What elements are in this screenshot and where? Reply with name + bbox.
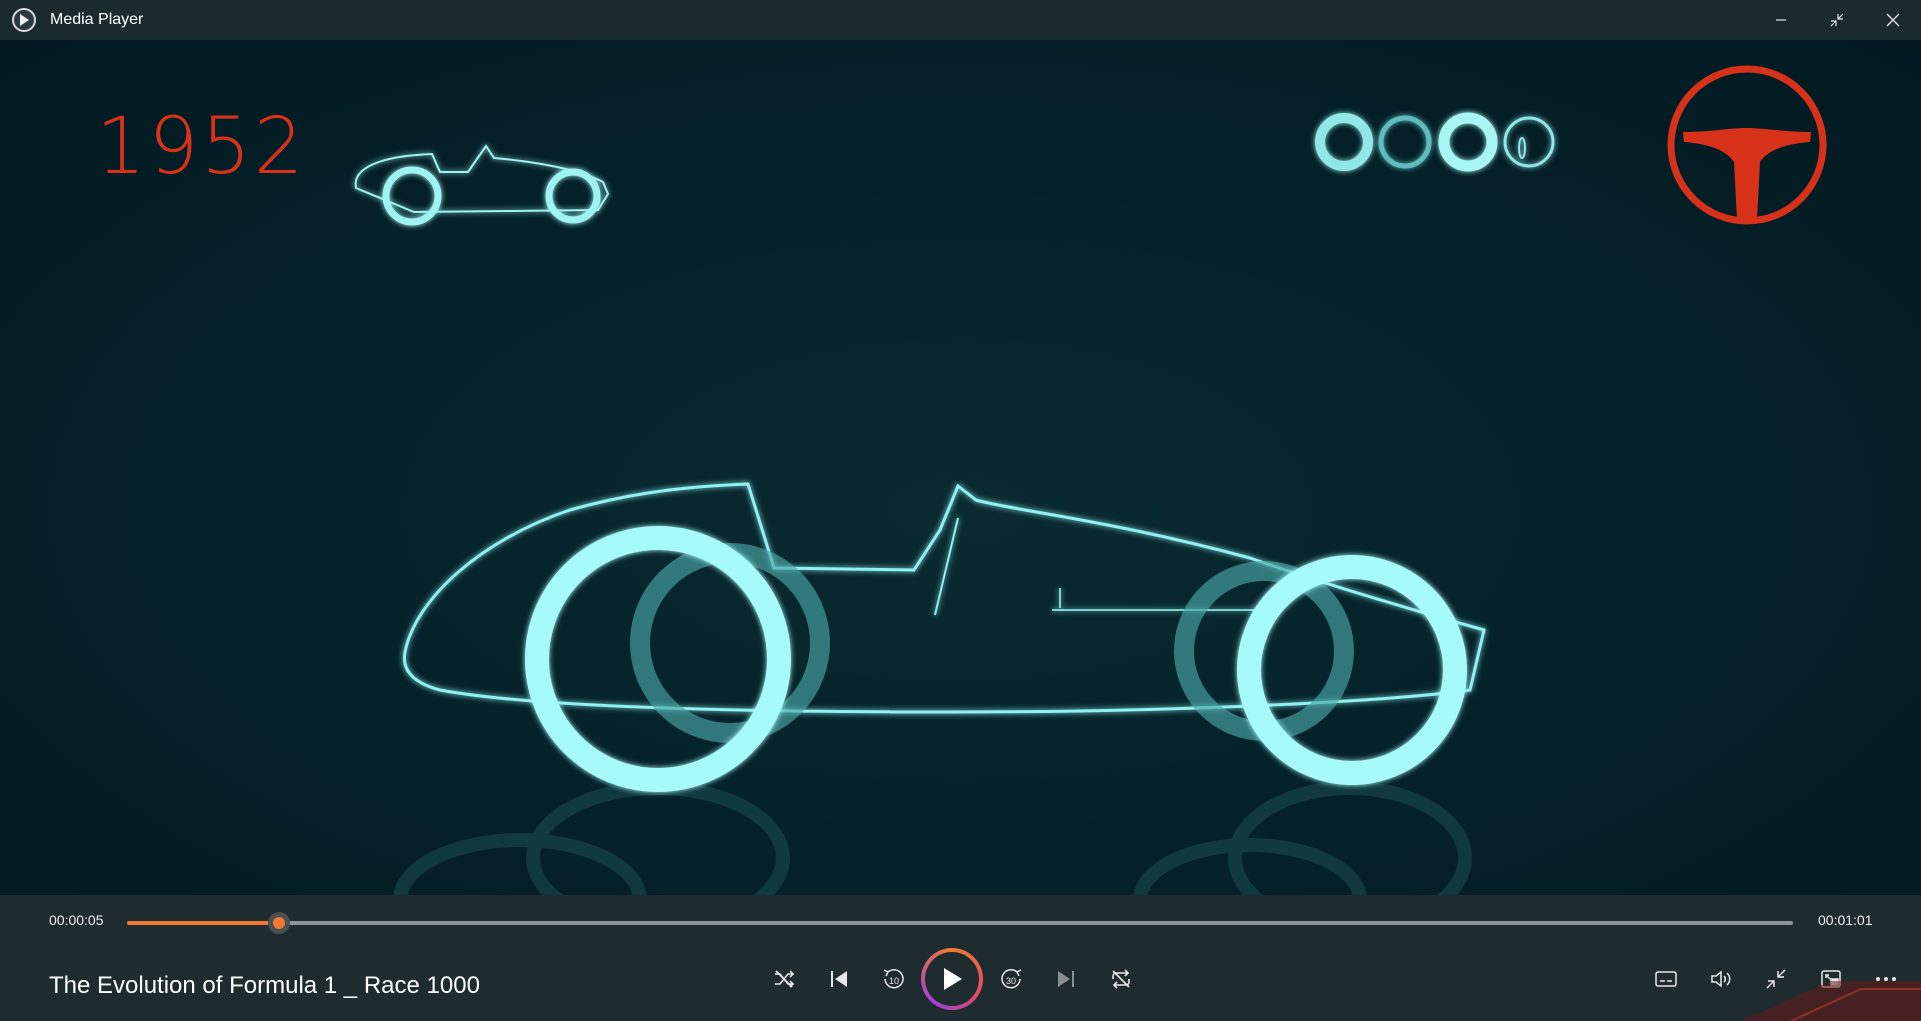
- transport-controls: 10 30: [756, 948, 1148, 1010]
- shuffle-off-icon: [774, 970, 794, 988]
- seek-bar[interactable]: [127, 912, 1793, 934]
- video-corner-graphic: [1741, 981, 1921, 1021]
- rewind-10-icon: 10: [883, 968, 904, 989]
- minimize-icon: [1776, 19, 1786, 21]
- play-icon: [944, 968, 962, 990]
- repeat-off-icon: [1111, 969, 1130, 989]
- close-icon: [1886, 13, 1900, 27]
- seek-bar-progress: [127, 921, 279, 925]
- title-bar: Media Player: [0, 0, 1921, 40]
- next-button[interactable]: [1038, 955, 1093, 1003]
- media-player-window: Media Player 1952 00:00:05 00:01:01 The …: [0, 0, 1921, 1021]
- window-title: Media Player: [50, 11, 144, 28]
- playback-control-bar: 00:00:05 00:01:01 The Evolution of Formu…: [0, 895, 1921, 1021]
- seek-bar-thumb[interactable]: [267, 912, 290, 934]
- repeat-button[interactable]: [1093, 955, 1148, 1003]
- video-frame-illustration: [354, 65, 1827, 895]
- play-circle-icon: [12, 8, 36, 32]
- close-button[interactable]: [1865, 0, 1921, 40]
- forward-label: 30: [1005, 976, 1015, 986]
- forward-30-icon: 30: [1000, 968, 1021, 989]
- skip-previous-icon: [830, 971, 847, 987]
- steering-wheel-graphic: [1667, 65, 1827, 225]
- captions-icon: [1654, 971, 1677, 987]
- video-surface[interactable]: 1952: [0, 40, 1921, 895]
- tire-compound-icons: [1315, 112, 1555, 172]
- shuffle-button[interactable]: [756, 955, 811, 1003]
- play-button[interactable]: [921, 948, 983, 1010]
- restore-icon: [1830, 13, 1844, 27]
- small-car-outline: [354, 144, 610, 226]
- total-time: 00:01:01: [1818, 912, 1873, 928]
- minimize-button[interactable]: [1753, 0, 1809, 40]
- rewind-label: 10: [888, 976, 898, 986]
- reflection-wheels: [393, 781, 1472, 895]
- current-time: 00:00:05: [49, 912, 104, 928]
- previous-button[interactable]: [811, 955, 866, 1003]
- media-title: The Evolution of Formula 1 _ Race 1000: [49, 972, 480, 999]
- rewind-button[interactable]: 10: [866, 955, 921, 1003]
- window-controls: [1753, 0, 1921, 40]
- restore-button[interactable]: [1809, 0, 1865, 40]
- skip-next-icon: [1057, 971, 1074, 987]
- forward-button[interactable]: 30: [983, 955, 1038, 1003]
